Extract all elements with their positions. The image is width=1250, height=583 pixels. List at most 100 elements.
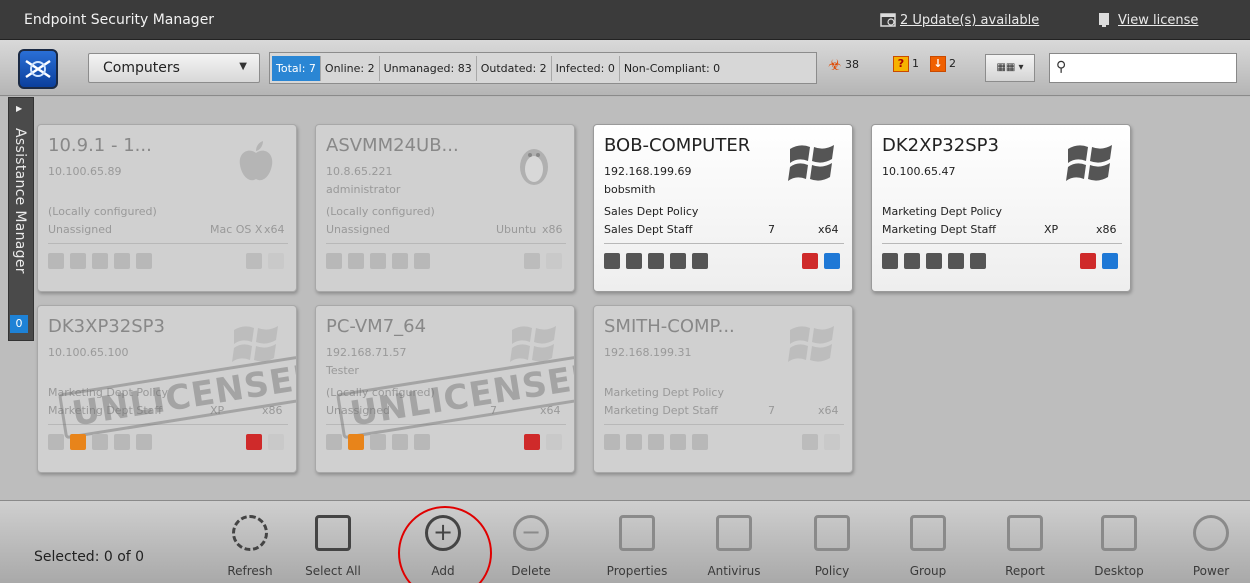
antivirus-icon: [882, 253, 898, 269]
windows-logo-icon: [788, 326, 834, 362]
search-input[interactable]: [1076, 58, 1232, 78]
computer-card[interactable]: ASVMM24UB... 10.8.65.221 administrator (…: [315, 124, 575, 292]
protection-icon: [246, 434, 262, 450]
question-icon: ?: [893, 56, 909, 72]
assistance-manager-tab[interactable]: ▶ Assistance Manager: [8, 97, 34, 341]
report-icon: [1007, 515, 1043, 551]
computer-card[interactable]: BOB-COMPUTER 192.168.199.69 bobsmith Sal…: [593, 124, 853, 292]
filter-outdated[interactable]: Outdated: 2: [477, 55, 552, 81]
computer-card[interactable]: SMITH-COMP... 192.168.199.31 Marketing D…: [593, 305, 853, 473]
card-status-icons: [882, 253, 986, 269]
desktop-label: Desktop: [1094, 564, 1144, 578]
toolbar: Computers ▼ Total: 7 Online: 2 Unmanaged…: [0, 40, 1250, 96]
updates-available-link[interactable]: 2 Update(s) available: [900, 13, 1039, 28]
view-license-link[interactable]: View license: [1118, 13, 1198, 28]
policy-button[interactable]: Policy: [797, 501, 867, 583]
chevron-right-icon: ▶: [16, 104, 23, 113]
license-icon[interactable]: [1096, 12, 1112, 28]
computer-card[interactable]: DK2XP32SP3 10.100.65.47 Marketing Dept P…: [871, 124, 1131, 292]
power-icon: [268, 253, 284, 269]
computer-card[interactable]: DK3XP32SP3 10.100.65.100 Marketing Dept …: [37, 305, 297, 473]
card-divider: [604, 243, 844, 244]
computer-name: DK2XP32SP3: [882, 135, 999, 156]
delete-button[interactable]: − Delete: [496, 501, 566, 583]
virus-alert-count: 38: [844, 58, 859, 71]
download-alert-count: 2: [949, 57, 956, 70]
protection-icon: [246, 253, 262, 269]
selection-count: Selected: 0 of 0: [34, 549, 145, 565]
report-button[interactable]: Report: [990, 501, 1060, 583]
card-divider: [326, 243, 566, 244]
power-icon: [1102, 253, 1118, 269]
protection-icon: [524, 253, 540, 269]
antivirus-icon: [716, 515, 752, 551]
computer-group: Unassigned: [48, 223, 112, 236]
refresh-label: Refresh: [227, 564, 273, 578]
layout-menu-button[interactable]: ▦▦ ▾: [985, 54, 1035, 82]
computer-group: Marketing Dept Staff: [882, 223, 996, 236]
apple-logo-icon: [239, 141, 273, 181]
properties-icon: [619, 515, 655, 551]
card-divider: [882, 243, 1122, 244]
card-status-icons: [48, 253, 152, 269]
app-logo-icon[interactable]: [18, 49, 58, 89]
computer-ip: 192.168.71.57: [326, 346, 407, 359]
activity-icon: [670, 253, 686, 269]
windows-logo-icon: [1066, 145, 1112, 181]
settings-status-icon: [92, 434, 108, 450]
download-icon: ↓: [930, 56, 946, 72]
computer-card[interactable]: 10.9.1 - 1... 10.100.65.89 (Locally conf…: [37, 124, 297, 292]
user-icon: [970, 253, 986, 269]
policy-icon: [814, 515, 850, 551]
linux-logo-icon: [520, 149, 548, 185]
computer-ip: 10.8.65.221: [326, 165, 393, 178]
filter-non-compliant[interactable]: Non-Compliant: 0: [620, 56, 724, 81]
refresh-button[interactable]: Refresh: [215, 501, 285, 583]
filter-total[interactable]: Total: 7: [272, 55, 321, 81]
computer-ip: 10.100.65.89: [48, 165, 122, 178]
computer-user: Tester: [326, 364, 359, 377]
computer-os: XP: [1044, 223, 1059, 236]
antivirus-icon: [604, 434, 620, 450]
settings-status-icon: [370, 434, 386, 450]
computer-arch: x64: [264, 223, 285, 236]
computer-os: Mac OS X: [210, 223, 263, 236]
search-box[interactable]: ⚲: [1049, 53, 1237, 83]
properties-button[interactable]: Properties: [602, 501, 672, 583]
group-button[interactable]: Group: [893, 501, 963, 583]
question-alert-count: 1: [912, 57, 919, 70]
refresh-icon: [232, 515, 268, 551]
antivirus-icon: [326, 253, 342, 269]
antivirus-button[interactable]: Antivirus: [699, 501, 769, 583]
update-status-icon: [626, 253, 642, 269]
computer-grid: ▶ Assistance Manager 0 10.9.1 - 1... 10.…: [0, 97, 1250, 500]
antivirus-icon: [604, 253, 620, 269]
computer-arch: x86: [542, 223, 563, 236]
update-icon[interactable]: [880, 12, 896, 28]
properties-label: Properties: [606, 564, 668, 578]
select-all-button[interactable]: Select All: [298, 501, 368, 583]
power-icon: [546, 434, 562, 450]
protection-icon: [802, 253, 818, 269]
select-all-label: Select All: [305, 564, 361, 578]
settings-status-icon: [370, 253, 386, 269]
filter-infected[interactable]: Infected: 0: [552, 55, 620, 81]
report-label: Report: [1005, 564, 1045, 578]
download-alert[interactable]: ↓ 2: [930, 56, 956, 72]
settings-status-icon: [648, 253, 664, 269]
power-label: Power: [1192, 564, 1230, 578]
computer-card[interactable]: PC-VM7_64 192.168.71.57 Tester (Locally …: [315, 305, 575, 473]
grid-icon: ▦▦ ▾: [996, 62, 1024, 73]
app-title: Endpoint Security Manager: [24, 12, 215, 28]
user-icon: [692, 434, 708, 450]
filter-online[interactable]: Online: 2: [321, 55, 380, 81]
computer-group: Sales Dept Staff: [604, 223, 693, 236]
power-button[interactable]: Power: [1176, 501, 1246, 583]
view-select-dropdown[interactable]: Computers ▼: [88, 53, 260, 83]
question-alert[interactable]: ? 1: [893, 56, 919, 72]
computer-name: BOB-COMPUTER: [604, 135, 751, 156]
desktop-button[interactable]: Desktop: [1084, 501, 1154, 583]
filter-unmanaged[interactable]: Unmanaged: 83: [380, 55, 477, 81]
virus-alert[interactable]: ☣ 38: [828, 56, 859, 74]
delete-label: Delete: [511, 564, 551, 578]
